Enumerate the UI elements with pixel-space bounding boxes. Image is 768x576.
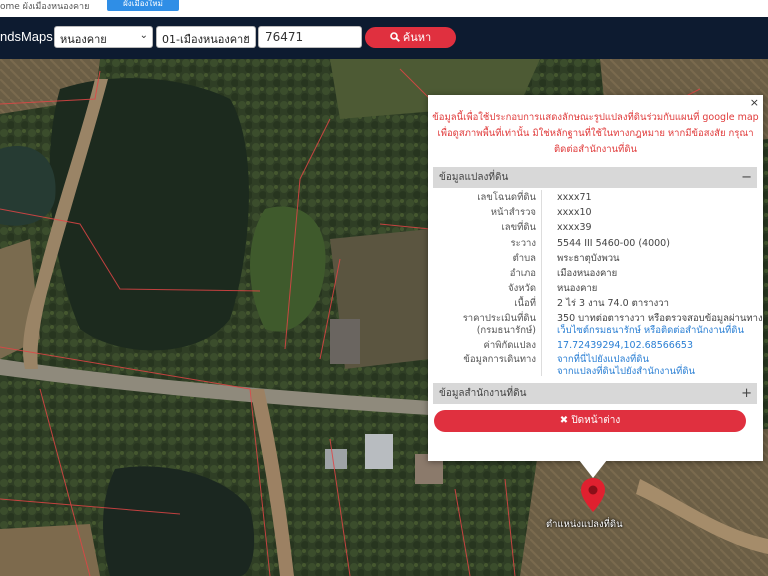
info-row: เลขโฉนดที่ดิน xxxx71 [433,190,757,205]
info-value: หนองคาย [557,283,598,295]
province-select-value: หนองคาย [60,33,107,46]
chevron-down-icon: ⌄ [242,30,251,41]
info-value: xxxx71 [557,192,592,203]
search-icon [390,32,400,42]
info-value: พระธาตุบังพวน [557,252,620,264]
price-label: ราคาประเมินที่ดิน (กรมธนารักษ์) [463,313,536,338]
section-header-office-label: ข้อมูลสำนักงานที่ดิน [439,388,527,399]
info-label: อำเภอ [509,267,536,279]
parcel-info-table: เลขโฉนดที่ดิน xxxx71 หน้าสำรวจ xxxx10 เลขท… [433,190,763,379]
info-value: 5544 III 5460-00 (4000) [557,237,670,249]
expand-icon[interactable]: + [741,383,752,404]
route-links: จากที่นี่ไปยังแปลงที่ดิน จากแปลงที่ดินไปย… [557,354,695,379]
info-row: เลขที่ดิน xxxx39 [433,220,757,235]
info-row: ระวาง 5544 III 5460-00 (4000) [433,236,757,251]
info-value: เมืองหนองคาย [557,267,618,279]
coord-label: ค่าพิกัดแปลง [483,339,537,351]
info-value: 2 ไร่ 3 งาน 74.0 ตารางวา [557,298,669,310]
district-select[interactable]: 01-เมืองหนองคาย ⌄ [156,26,256,48]
close-icon: ✖ [559,415,572,426]
section-header-parcel-label: ข้อมูลแปลงที่ดิน [439,172,509,183]
popup-pointer [579,460,607,478]
search-bar: ndsMaps หนองคาย ⌄ 01-เมืองหนองคาย ⌄ 7647… [0,17,768,59]
treasury-website-link[interactable]: เว็บไซต์กรมธนารักษ์ หรือติดต่อสำนักงานที… [557,325,744,336]
section-header-parcel[interactable]: ข้อมูลแปลงที่ดิน − [433,167,757,188]
parcel-info-popup: × ข้อมูลนี้เพื่อใช้ประกอบการแสดงลักษณะรู… [428,95,763,461]
info-row: หน้าสำรวจ xxxx10 [433,205,757,220]
popup-close-icon[interactable]: × [750,96,759,109]
brand-logo: ndsMaps [0,29,53,44]
route-label: ข้อมูลการเดินทาง [463,353,536,365]
district-select-value: 01-เมืองหนองคาย [162,33,250,46]
route-to-parcel-link[interactable]: จากที่นี่ไปยังแปลงที่ดิน [557,354,649,365]
breadcrumb: ome ผังเมืองหนองคาย [0,2,90,12]
chevron-down-icon: ⌄ [139,30,148,41]
info-label: ระวาง [510,237,536,249]
info-row-price: ราคาประเมินที่ดิน (กรมธนารักษ์) 350 บาทต่… [433,312,763,338]
info-label: หน้าสำรวจ [490,207,536,219]
province-select[interactable]: หนองคาย ⌄ [54,26,153,48]
top-strip: ome ผังเมืองหนองคาย ผังเมืองใหม่ [0,0,768,17]
route-to-office-link[interactable]: จากแปลงที่ดินไปยังสำนักงานที่ดิน [557,366,695,377]
info-label: เลขที่ดิน [501,222,537,234]
search-button[interactable]: ค้นหา [365,27,456,48]
info-row: เนื้อที่ 2 ไร่ 3 งาน 74.0 ตารางวา [433,296,757,311]
info-row: อำเภอ เมืองหนองคาย [433,266,757,281]
info-label: ตำบล [512,252,536,264]
info-row: จังหวัด หนองคาย [433,281,757,296]
disclaimer-notice: ข้อมูลนี้เพื่อใช้ประกอบการแสดงลักษณะรูปแ… [432,112,759,155]
coord-link[interactable]: 17.72439294,102.68566653 [557,338,693,353]
collapse-icon[interactable]: − [741,167,752,188]
map-pin-icon[interactable] [581,478,605,516]
section-header-office[interactable]: ข้อมูลสำนักงานที่ดิน + [433,383,757,404]
price-label-line2: (กรมธนารักษ์) [476,325,536,336]
marker-label: ตำแหน่งแปลงที่ดิน [546,519,623,530]
info-value: xxxx10 [557,207,592,219]
price-value-line1: 350 บาทต่อตารางวา หรือตรวจสอบข้อมูลผ่านท… [557,312,763,324]
price-label-line1: ราคาประเมินที่ดิน [462,312,536,324]
city-plan-button[interactable]: ผังเมืองใหม่ [107,0,179,11]
close-window-label: ปิดหน้าต่าง [571,415,621,426]
info-row: ตำบล พระธาตุบังพวน [433,251,757,266]
info-label: เนื้อที่ [514,298,536,310]
close-window-button[interactable]: ✖ ปิดหน้าต่าง [434,410,746,432]
info-label: จังหวัด [508,283,536,295]
parcel-number-input[interactable]: 76471 [258,26,362,48]
info-label: เลขโฉนดที่ดิน [477,192,536,203]
info-value: xxxx39 [557,222,592,234]
info-row-route: ข้อมูลการเดินทาง จากที่นี่ไปยังแปลงที่ดิ… [433,353,757,379]
info-row-coord: ค่าพิกัดแปลง 17.72439294,102.68566653 [433,338,757,353]
price-value: 350 บาทต่อตารางวา หรือตรวจสอบข้อมูลผ่านท… [557,313,763,338]
search-button-label: ค้นหา [402,31,432,44]
